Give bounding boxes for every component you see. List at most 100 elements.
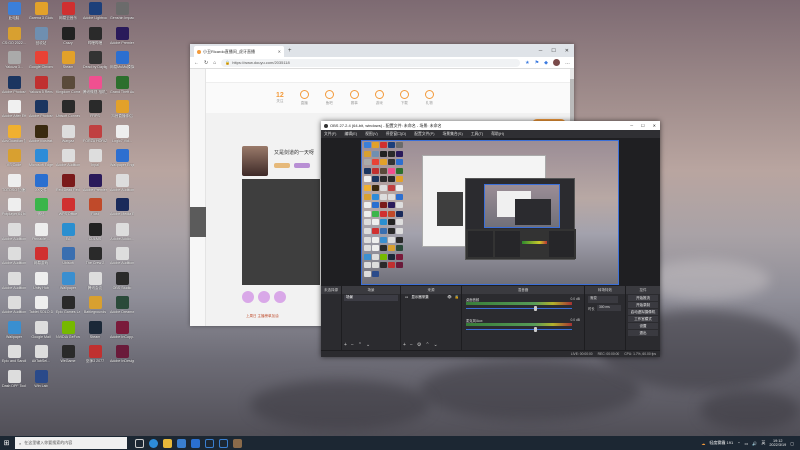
desktop-icon[interactable]: XX文件 bbox=[29, 173, 53, 199]
desktop-icon[interactable]: Epic and Sandbox bbox=[2, 345, 26, 370]
desktop-icon[interactable]: Adobe Premier... bbox=[110, 26, 134, 52]
file-explorer-icon[interactable] bbox=[163, 438, 172, 448]
desktop-icon[interactable]: OBS Studio bbox=[110, 271, 134, 297]
desktop-icon[interactable]: Microsoft Edge bbox=[29, 149, 53, 174]
start-button[interactable]: ⊞ bbox=[0, 436, 13, 450]
desktop-icon[interactable]: WPS Office bbox=[56, 198, 80, 223]
gift-icon[interactable] bbox=[274, 291, 286, 303]
mail-icon[interactable] bbox=[191, 438, 200, 448]
desktop-icon[interactable]: Adobe Audition bbox=[2, 296, 26, 321]
desktop-icon[interactable]: Genshin Impact bbox=[110, 2, 134, 27]
add-icon[interactable]: + bbox=[403, 342, 406, 348]
desktop-icon[interactable]: Dash DPF Tool bbox=[2, 369, 26, 395]
obs-preview[interactable] bbox=[321, 138, 660, 286]
desktop-icon[interactable]: Adobe Dreamweaver bbox=[110, 296, 134, 321]
taskbar-search[interactable]: ⌕ 在这里输入你要搜索的内容 bbox=[15, 437, 127, 449]
desktop-icon[interactable]: Ubisoft bbox=[56, 247, 80, 272]
ime-indicator[interactable]: 英 bbox=[761, 440, 765, 446]
start-streaming-button[interactable]: 开始推流 bbox=[628, 295, 658, 301]
menu-item-download[interactable]: 下载 bbox=[399, 90, 409, 106]
desktop-icon[interactable]: Ubisoft Connect bbox=[56, 100, 80, 125]
store-icon[interactable] bbox=[177, 438, 186, 448]
app-icon[interactable] bbox=[219, 438, 228, 448]
address-bar[interactable]: 🔒 https://www.douyu.com/2035118 bbox=[221, 58, 521, 67]
menu-item-follow[interactable]: 12 关注 bbox=[276, 92, 284, 104]
desktop-icon[interactable]: Steam bbox=[83, 320, 107, 346]
desktop-icon[interactable]: Red Dead Redemption bbox=[56, 173, 80, 199]
visibility-icon[interactable]: 👁 bbox=[447, 295, 451, 301]
gift-icon[interactable] bbox=[242, 291, 254, 303]
remove-icon[interactable]: − bbox=[410, 342, 413, 348]
desktop-icon[interactable]: VS Code bbox=[2, 149, 26, 174]
add-icon[interactable]: + bbox=[344, 342, 347, 348]
desktop-icon[interactable]: Garena 3 Global Off... bbox=[29, 2, 53, 27]
desktop-icon[interactable]: 腾讯微视 相机工具 bbox=[83, 75, 107, 101]
menu-item-forum[interactable]: 鱼吧 bbox=[324, 90, 334, 106]
desktop-icon[interactable]: Adobe Audition bbox=[2, 247, 26, 272]
desktop-icon[interactable]: Crazy bbox=[56, 26, 80, 52]
sidebar-collapse-handle[interactable] bbox=[190, 207, 206, 237]
desktop-icon[interactable]: The Crew 2 bbox=[83, 247, 107, 272]
desktop-icon[interactable]: WeGame bbox=[56, 345, 80, 370]
remove-icon[interactable]: − bbox=[351, 342, 354, 348]
minimize-icon[interactable]: ─ bbox=[539, 48, 543, 54]
desktop-icon[interactable]: Adobe Audition... bbox=[110, 173, 134, 199]
desktop-icon[interactable]: Potplayer 64 bit bbox=[2, 198, 26, 223]
desktop-icon[interactable]: Win Lab bbox=[29, 369, 53, 395]
desktop-icon[interactable]: Pinnacle ... bbox=[29, 222, 53, 248]
edge-icon[interactable] bbox=[149, 438, 158, 448]
desktop-icon[interactable]: 腾讯会议 bbox=[83, 271, 107, 297]
desktop-icon[interactable]: 微信 bbox=[29, 198, 53, 223]
start-virtual-camera-button[interactable]: 启动虚拟摄像机 bbox=[628, 309, 658, 315]
desktop-icon[interactable]: Adobe After Effects bbox=[2, 100, 26, 125]
studio-mode-button[interactable]: 工作室模式 bbox=[628, 316, 658, 322]
menu-profile[interactable]: 配置文件(P) bbox=[414, 132, 434, 137]
desktop-icon[interactable]: Adobe Premiere... bbox=[83, 173, 107, 199]
gift-icon[interactable] bbox=[258, 291, 270, 303]
desktop-icon[interactable]: Adobe InCopy... bbox=[110, 320, 134, 346]
video-player[interactable] bbox=[242, 179, 320, 285]
desktop-icon[interactable]: CULMS bbox=[83, 222, 107, 248]
menu-item-games[interactable]: 游戏 bbox=[374, 90, 384, 106]
profile-avatar[interactable] bbox=[553, 59, 560, 66]
menu-item-live[interactable]: 直播 bbox=[299, 90, 309, 106]
desktop-icon[interactable]: Grand Theft Auto V bbox=[110, 75, 134, 101]
desktop-icon[interactable]: Kingdom Come... bbox=[56, 75, 80, 101]
menu-tools[interactable]: 工具(T) bbox=[471, 132, 483, 137]
desktop-icon[interactable]: Wallpaper bbox=[2, 320, 26, 346]
app-icon[interactable] bbox=[205, 438, 214, 448]
desktop-icon[interactable]: Wargaz bbox=[56, 124, 80, 150]
desktop-icon[interactable]: Logic7 Vid... bbox=[110, 124, 134, 150]
transition-select[interactable]: 渐变 bbox=[588, 296, 618, 303]
weather-icon[interactable]: ☁ bbox=[701, 441, 705, 446]
obs-taskbar-icon[interactable] bbox=[233, 438, 242, 448]
clock[interactable]: 19:12 2022/3/19 bbox=[769, 439, 786, 448]
desktop-icon[interactable]: 巫师3 2077 bbox=[83, 345, 107, 370]
desktop-icon[interactable]: Adobe InDesign bbox=[110, 345, 134, 370]
exit-button[interactable]: 退出 bbox=[628, 330, 658, 336]
minimize-icon[interactable]: ─ bbox=[630, 123, 633, 128]
desktop-icon[interactable]: 抖音直播伴侣 bbox=[110, 100, 134, 125]
weather-text[interactable]: 轻度雾霾 191 bbox=[709, 440, 733, 446]
desktop-icon[interactable]: Dead by Daylight bbox=[83, 51, 107, 76]
desktop-icon[interactable]: Adobe Audition bbox=[110, 247, 134, 272]
move-up-icon[interactable]: ⌃ bbox=[358, 342, 362, 348]
move-up-icon[interactable]: ⌃ bbox=[425, 342, 429, 348]
desktop-icon[interactable]: EA bbox=[56, 222, 80, 248]
desktop-icon[interactable]: Yakuza 5 Remaster... bbox=[29, 75, 53, 101]
desktop-icon[interactable]: Adobe Lightroom... bbox=[83, 2, 107, 27]
desktop-icon[interactable]: NVIDIA GeForce... bbox=[56, 320, 80, 346]
desktop-icon[interactable]: 哔哩哔哩 bbox=[83, 26, 107, 52]
more-menu-icon[interactable]: … bbox=[565, 60, 570, 66]
desktop-icon[interactable]: Yakuza 3... bbox=[2, 51, 26, 76]
chevron-up-icon[interactable]: ⌃ bbox=[737, 441, 740, 446]
volume-slider-handle[interactable] bbox=[534, 306, 538, 311]
home-icon[interactable]: ⌂ bbox=[213, 60, 216, 66]
desktop-icon[interactable]: Rust bbox=[83, 198, 107, 223]
desktop-icon[interactable]: Battlegrounds bbox=[83, 296, 107, 321]
favorite-star-icon[interactable]: ★ bbox=[525, 60, 529, 66]
maximize-icon[interactable]: ☐ bbox=[641, 123, 645, 128]
desktop-icon[interactable]: Wallpaper Engine bbox=[110, 149, 134, 174]
desktop-icon[interactable]: Adobe Audition bbox=[2, 271, 26, 297]
desktop-icon[interactable]: TOTOSO 加速器 bbox=[2, 173, 26, 199]
